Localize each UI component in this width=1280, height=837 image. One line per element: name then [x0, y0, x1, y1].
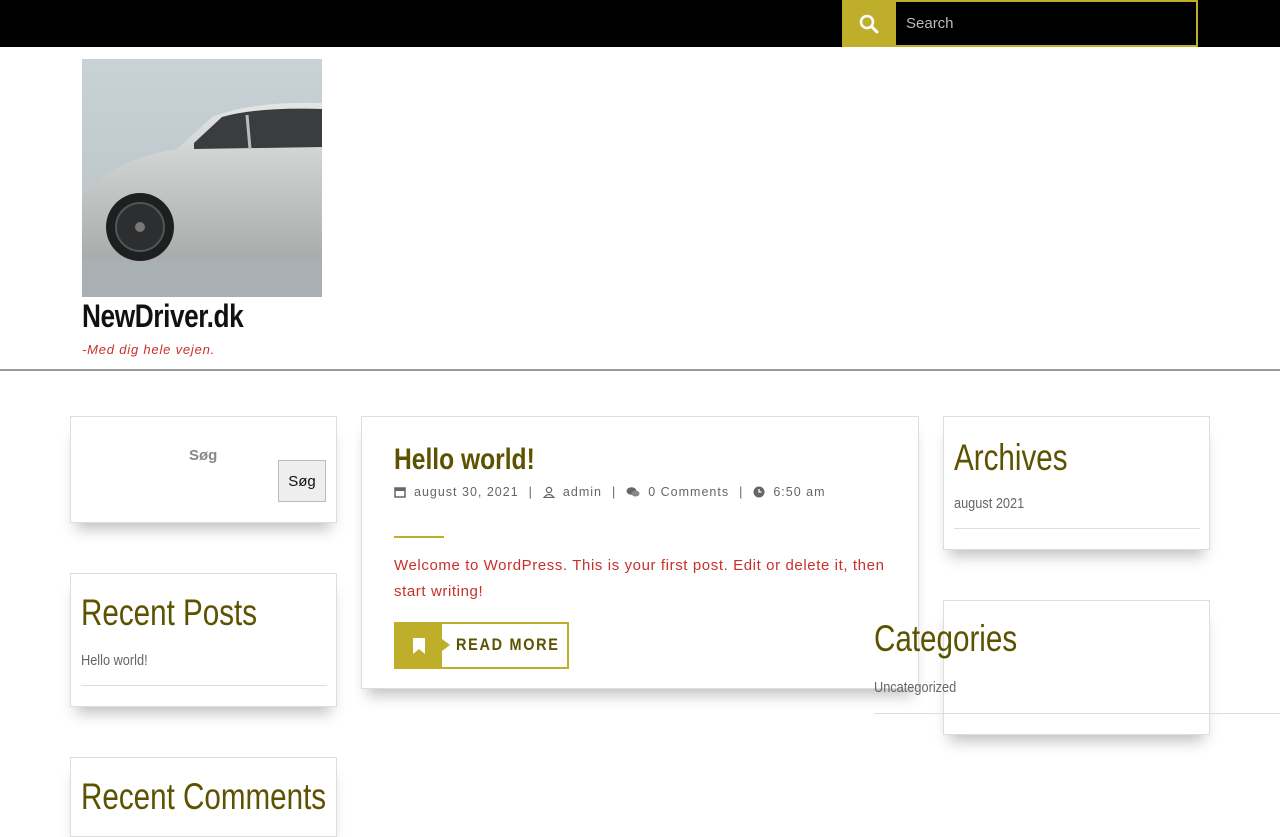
recent-posts-widget: Recent Posts Hello world!: [70, 573, 337, 707]
site-tagline: -Med dig hele vejen.: [82, 342, 216, 357]
post-time: 6:50 am: [773, 485, 826, 499]
header-car-image: [82, 59, 322, 297]
divider: [81, 685, 327, 686]
divider: [954, 528, 1200, 529]
post-card: Hello world! august 30, 2021 | admin | 0…: [361, 416, 919, 689]
categories-title: Categories: [874, 618, 1018, 659]
post-author[interactable]: admin: [563, 485, 602, 499]
archives-widget: Archives august 2021: [943, 416, 1210, 550]
post-meta: august 30, 2021 | admin | 0 Comments | 6…: [394, 485, 826, 499]
header-divider: [0, 369, 1280, 371]
post-title[interactable]: Hello world!: [394, 443, 535, 477]
post-date[interactable]: august 30, 2021: [414, 485, 519, 499]
meta-separator: |: [739, 485, 744, 499]
archive-link[interactable]: august 2021: [954, 495, 1024, 512]
meta-separator: |: [611, 485, 617, 499]
search-widget-label: Søg: [189, 447, 218, 464]
recent-post-link[interactable]: Hello world!: [81, 652, 148, 669]
calendar-icon: [394, 487, 406, 498]
accent-divider: [394, 536, 444, 538]
search-widget: Søg Søg: [70, 416, 337, 523]
clock-icon: [753, 486, 765, 498]
read-more-button[interactable]: READ MORE: [394, 622, 569, 669]
recent-comments-title: Recent Comments: [81, 776, 327, 817]
category-link[interactable]: Uncategorized: [874, 679, 956, 696]
site-title[interactable]: NewDriver.dk: [82, 298, 244, 335]
user-icon: [542, 486, 555, 498]
post-excerpt: Welcome to WordPress. This is your first…: [394, 557, 885, 600]
bookmark-icon: [396, 624, 450, 667]
read-more-label: READ MORE: [456, 635, 560, 654]
meta-separator: |: [528, 485, 533, 499]
search-input[interactable]: [896, 0, 1198, 47]
search-button[interactable]: [842, 0, 904, 47]
comments-icon: [626, 487, 640, 497]
divider: [874, 713, 1280, 714]
recent-posts-title: Recent Posts: [81, 592, 258, 633]
search-widget-button[interactable]: Søg: [278, 460, 326, 502]
post-comments[interactable]: 0 Comments: [648, 485, 729, 499]
search-icon: [859, 14, 879, 33]
recent-comments-widget: Recent Comments: [70, 757, 337, 837]
archives-title: Archives: [954, 437, 1068, 478]
